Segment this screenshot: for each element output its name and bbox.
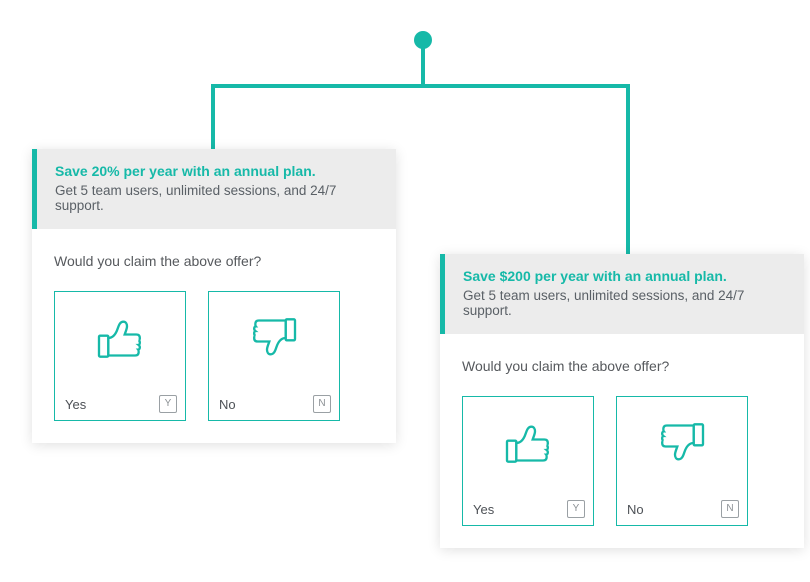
survey-question: Would you claim the above offer? [462, 358, 782, 374]
answer-no-label: No [627, 502, 644, 517]
thumbs-down-icon [209, 310, 339, 366]
thumbs-up-icon [463, 415, 593, 471]
offer-subtext: Get 5 team users, unlimited sessions, an… [55, 183, 378, 213]
offer-headline: Save 20% per year with an annual plan. [55, 163, 378, 179]
connector-drop-right [626, 84, 630, 254]
variant-card-a: Save 20% per year with an annual plan. G… [32, 149, 396, 443]
connector-bar-left [211, 84, 425, 88]
shortcut-key-y: Y [159, 395, 177, 413]
answer-yes-button[interactable]: Yes Y [462, 396, 594, 526]
root-node-icon [414, 31, 432, 49]
connector-stem [421, 48, 425, 84]
answer-yes-label: Yes [473, 502, 494, 517]
offer-subtext: Get 5 team users, unlimited sessions, an… [463, 288, 786, 318]
answer-no-button[interactable]: No N [208, 291, 340, 421]
answer-yes-label: Yes [65, 397, 86, 412]
variant-card-b: Save $200 per year with an annual plan. … [440, 254, 804, 548]
connector-drop-left [211, 84, 215, 149]
connector-bar-right [421, 84, 630, 88]
shortcut-key-y: Y [567, 500, 585, 518]
answer-no-label: No [219, 397, 236, 412]
shortcut-key-n: N [721, 500, 739, 518]
thumbs-up-icon [55, 310, 185, 366]
offer-banner: Save 20% per year with an annual plan. G… [32, 149, 396, 229]
survey-question: Would you claim the above offer? [54, 253, 374, 269]
shortcut-key-n: N [313, 395, 331, 413]
answer-yes-button[interactable]: Yes Y [54, 291, 186, 421]
offer-banner: Save $200 per year with an annual plan. … [440, 254, 804, 334]
answer-no-button[interactable]: No N [616, 396, 748, 526]
offer-headline: Save $200 per year with an annual plan. [463, 268, 786, 284]
thumbs-down-icon [617, 415, 747, 471]
